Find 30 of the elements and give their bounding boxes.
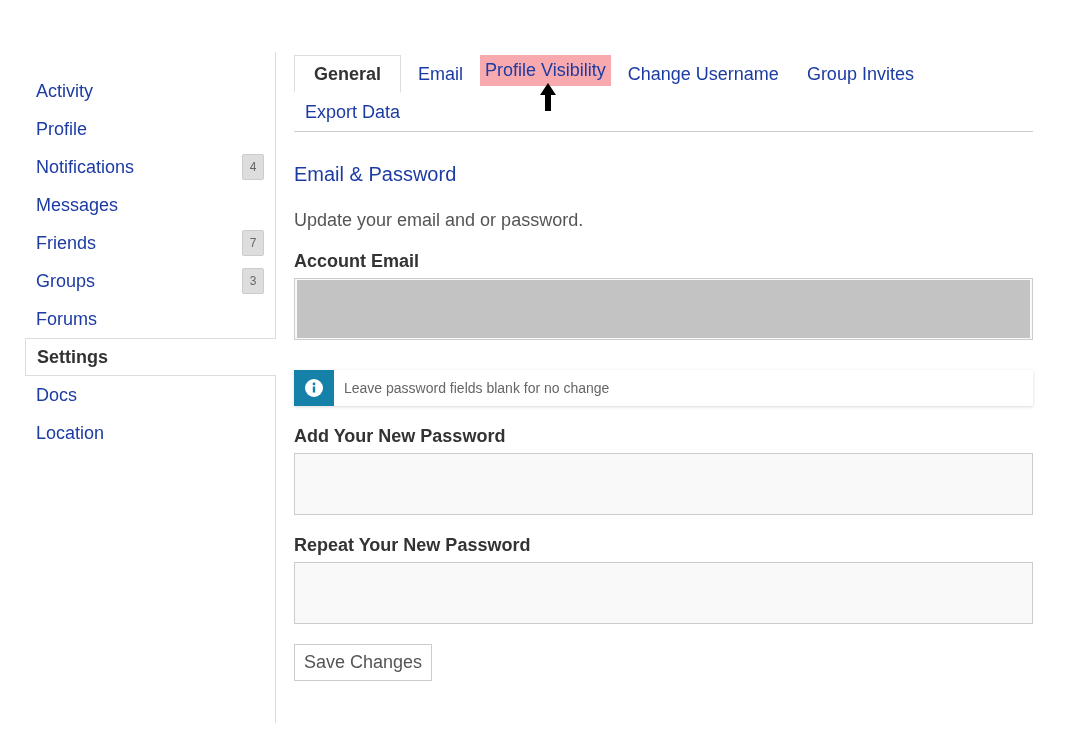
tab[interactable]: Change Username	[616, 55, 790, 93]
field-label: Account Email	[294, 251, 421, 272]
arrow-icon	[540, 83, 557, 111]
tab[interactable]: General	[294, 55, 402, 93]
sidebar-item[interactable]: Messages	[25, 186, 275, 224]
count-badge: 4	[242, 154, 264, 180]
sidebar-item[interactable]: Activity	[25, 72, 275, 110]
count-badge: 3	[242, 268, 264, 294]
tab[interactable]: Group Invites	[795, 55, 925, 93]
section-title: Email & Password	[294, 163, 458, 186]
sidebar-item[interactable]: Forums	[25, 300, 275, 338]
sidebar-item[interactable]: Docs	[25, 376, 275, 414]
sidebar-item[interactable]: Settings	[25, 338, 276, 376]
input-field[interactable]	[294, 562, 1033, 624]
info-icon	[305, 379, 323, 397]
input-field[interactable]	[294, 453, 1033, 515]
count-badge: 7	[242, 230, 264, 256]
save-button[interactable]: Save Changes	[294, 644, 433, 681]
tab[interactable]: Profile Visibility	[480, 55, 611, 86]
notice-text: Leave password fields blank for no change	[343, 379, 610, 398]
sidebar-item[interactable]: Friends 7	[25, 224, 275, 262]
field-label: Add Your New Password	[294, 426, 507, 447]
field-label: Repeat Your New Password	[294, 535, 532, 556]
sidebar-item[interactable]: Notifications 4	[25, 148, 275, 186]
sidebar-item[interactable]: Location	[25, 414, 275, 452]
section-description: Update your email and or password.	[294, 210, 585, 231]
tab[interactable]: Email	[407, 55, 475, 93]
tab[interactable]: Export Data	[294, 93, 412, 131]
sidebar-item[interactable]: Groups 3	[25, 262, 275, 300]
sidebar-item[interactable]: Profile	[25, 110, 275, 148]
